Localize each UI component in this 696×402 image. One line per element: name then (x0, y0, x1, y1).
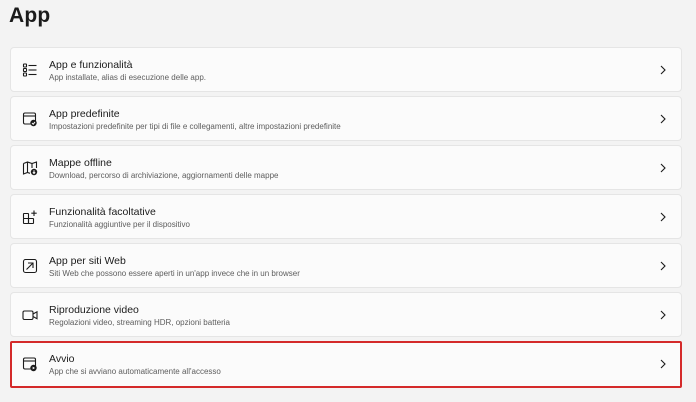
chevron-right-icon (659, 210, 667, 224)
chevron-right-icon (659, 259, 667, 273)
default-apps-icon (22, 111, 38, 127)
page-title: App (9, 4, 51, 27)
item-title: Funzionalità facoltative (49, 206, 156, 218)
offline-maps-item[interactable]: Mappe offline Download, percorso di arch… (10, 145, 682, 190)
offline-map-icon (22, 160, 38, 176)
item-title: Mappe offline (49, 157, 112, 169)
item-title: App per siti Web (49, 255, 126, 267)
item-description: Funzionalità aggiuntive per il dispositi… (49, 220, 190, 229)
apps-list-icon (22, 62, 38, 78)
video-camera-icon (22, 307, 38, 323)
item-description: App che si avviano automaticamente all'a… (49, 367, 221, 376)
chevron-right-icon (659, 357, 667, 371)
item-title: App e funzionalità (49, 59, 133, 71)
optional-features-icon (22, 209, 38, 225)
item-description: Impostazioni predefinite per tipi di fil… (49, 122, 341, 131)
chevron-right-icon (659, 112, 667, 126)
chevron-right-icon (659, 308, 667, 322)
settings-list: App e funzionalità App installate, alias… (10, 47, 682, 392)
item-title: App predefinite (49, 108, 120, 120)
apps-and-features-item[interactable]: App e funzionalità App installate, alias… (10, 47, 682, 92)
default-apps-item[interactable]: App predefinite Impostazioni predefinite… (10, 96, 682, 141)
web-apps-icon (22, 258, 38, 274)
apps-for-websites-item[interactable]: App per siti Web Siti Web che possono es… (10, 243, 682, 288)
chevron-right-icon (659, 63, 667, 77)
optional-features-item[interactable]: Funzionalità facoltative Funzionalità ag… (10, 194, 682, 239)
item-description: Siti Web che possono essere aperti in un… (49, 269, 300, 278)
startup-apps-icon (22, 356, 38, 372)
startup-item[interactable]: Avvio App che si avviano automaticamente… (10, 341, 682, 388)
item-description: Regolazioni video, streaming HDR, opzion… (49, 318, 230, 327)
item-title: Riproduzione video (49, 304, 139, 316)
video-playback-item[interactable]: Riproduzione video Regolazioni video, st… (10, 292, 682, 337)
chevron-right-icon (659, 161, 667, 175)
item-description: Download, percorso di archiviazione, agg… (49, 171, 279, 180)
item-description: App installate, alias di esecuzione dell… (49, 73, 206, 82)
item-title: Avvio (49, 353, 75, 365)
